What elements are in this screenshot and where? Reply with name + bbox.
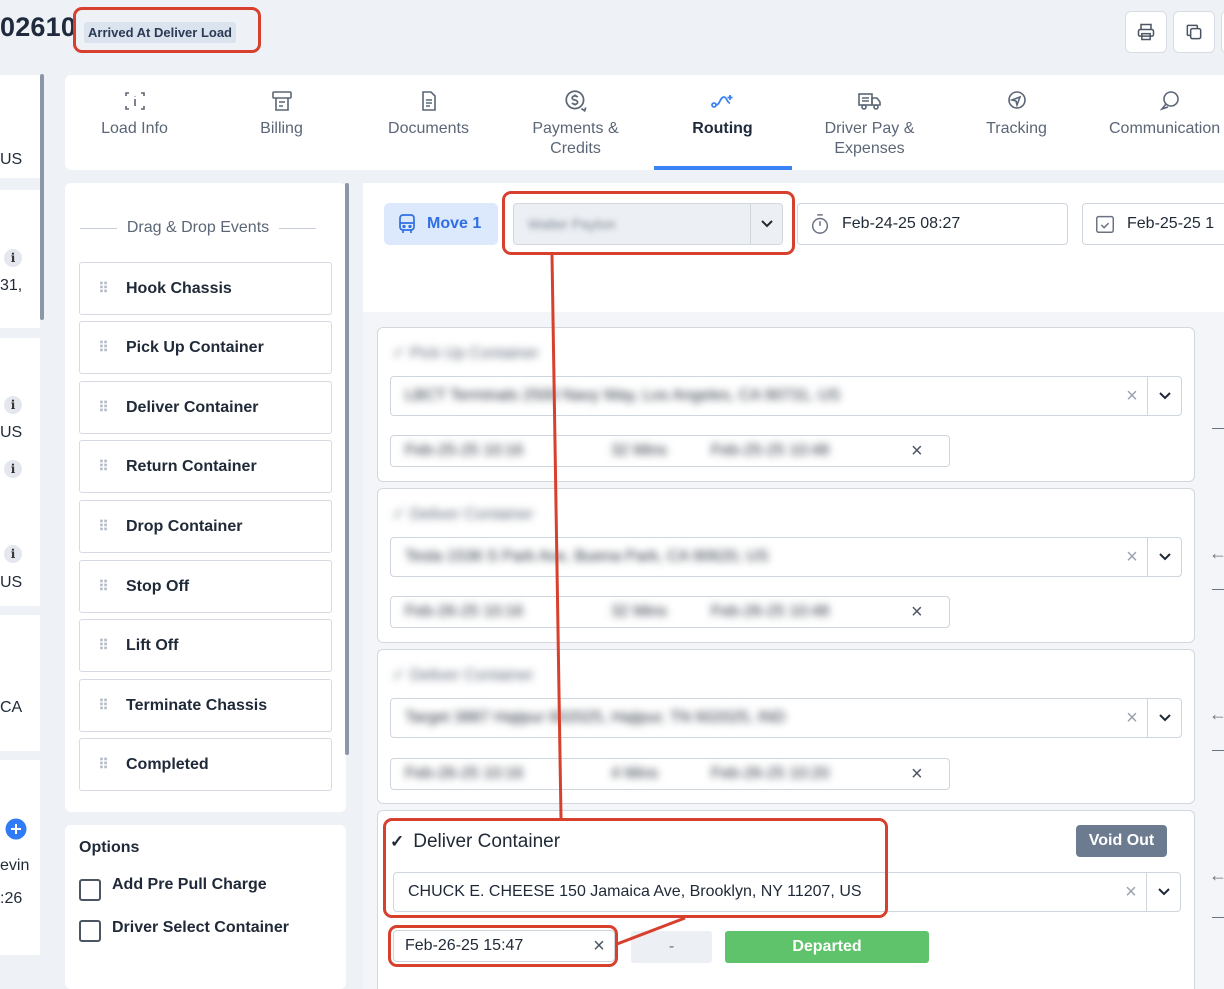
annotation-connectors	[550, 254, 686, 946]
